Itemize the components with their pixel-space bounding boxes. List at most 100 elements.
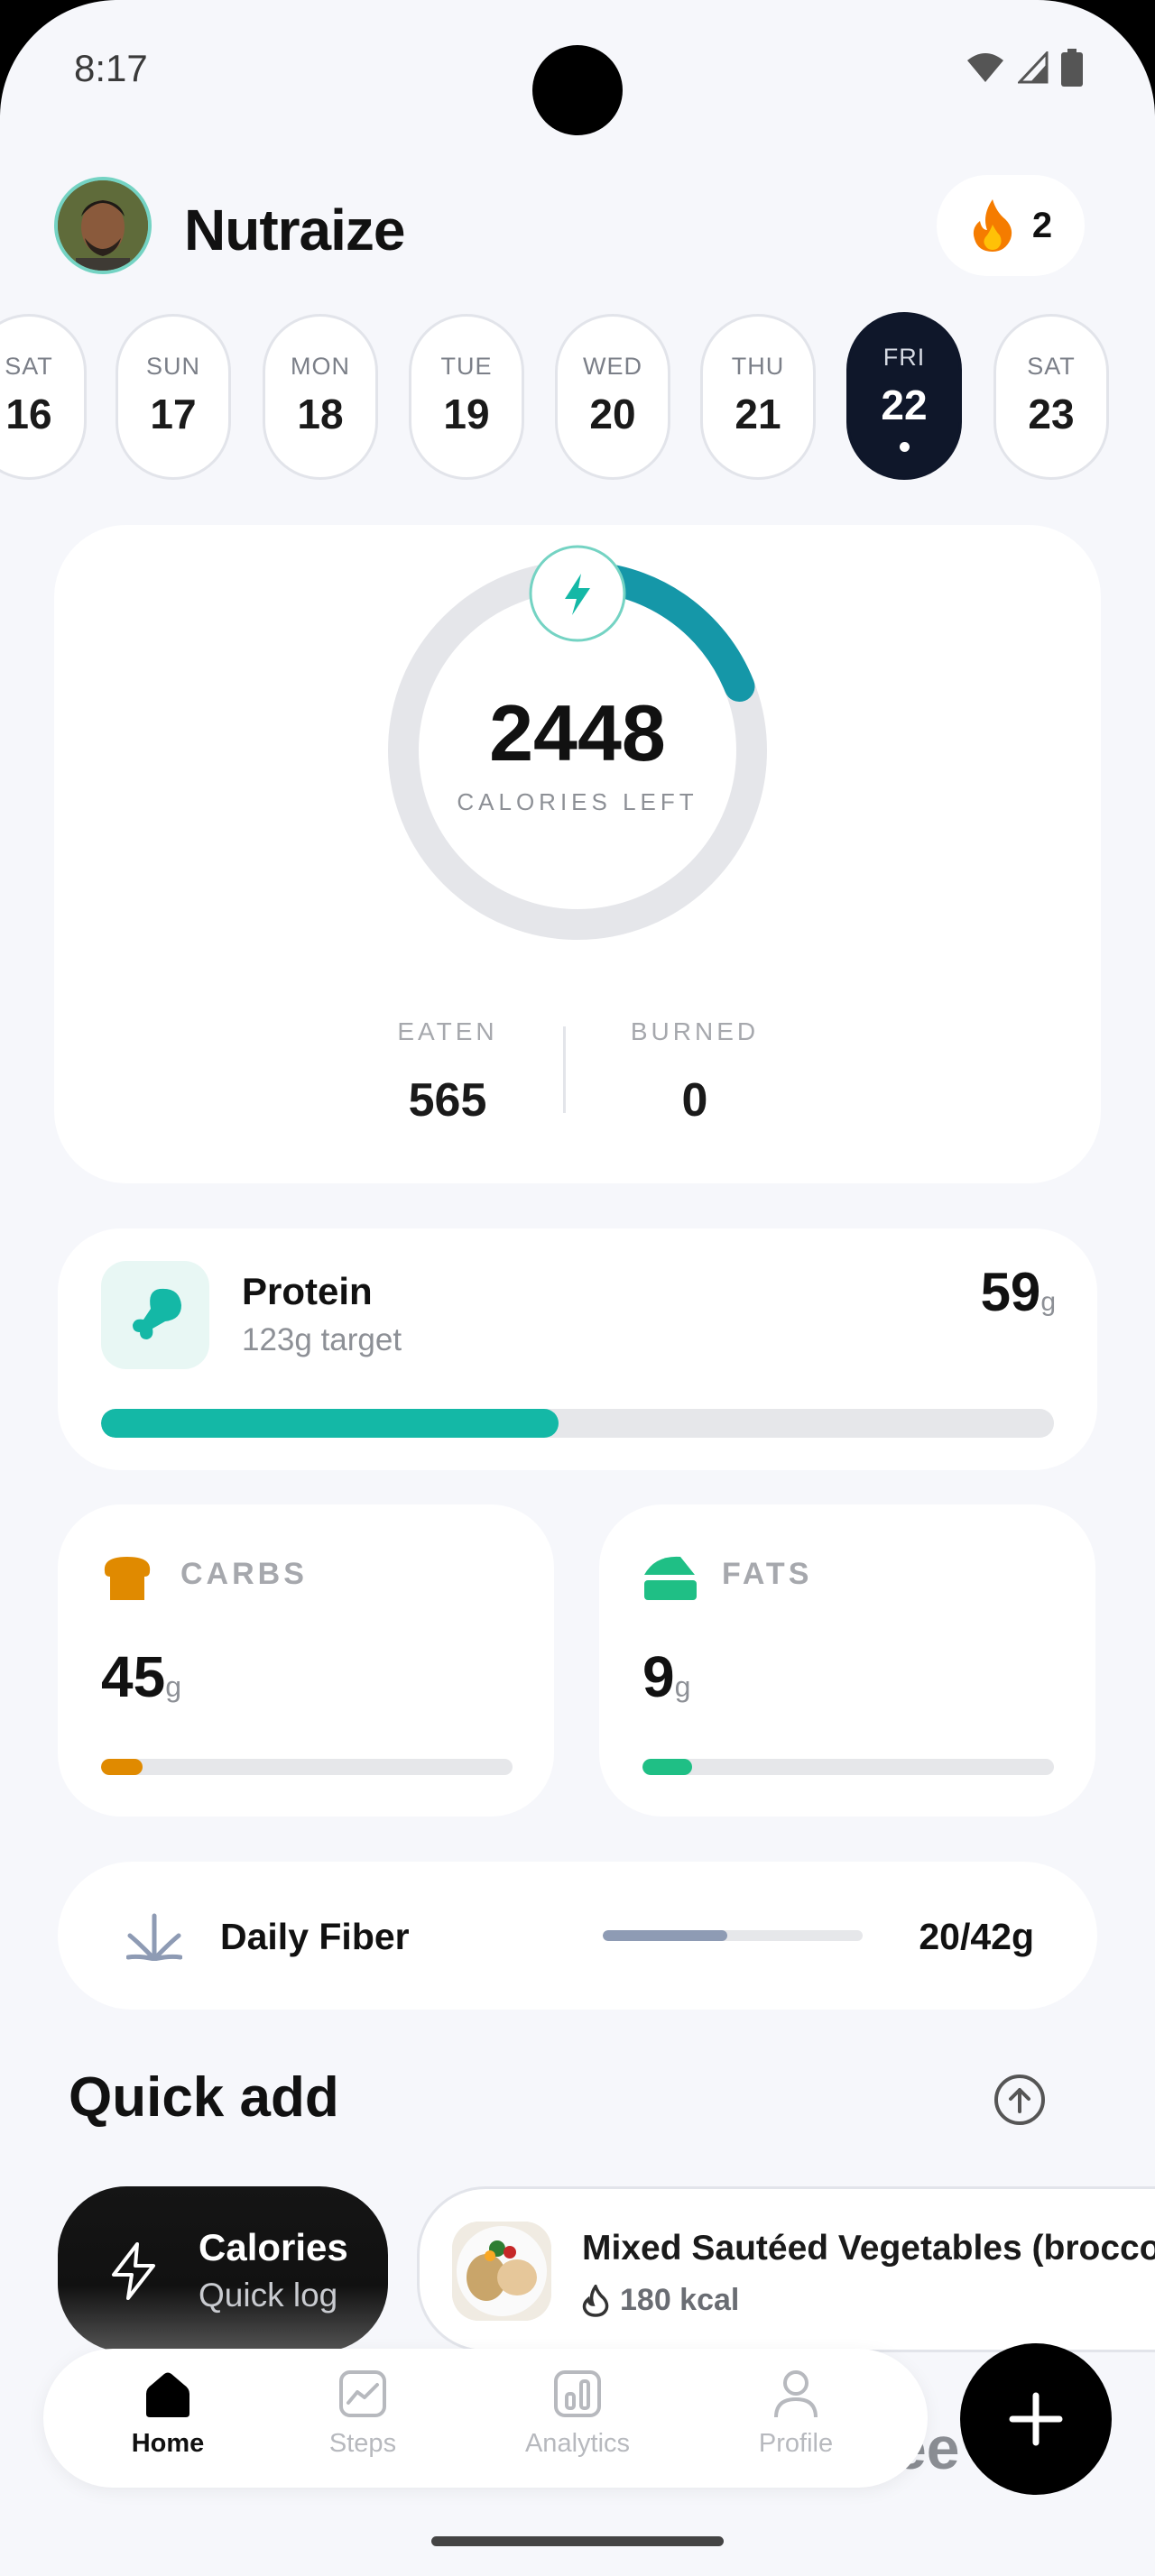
quick-add-food-item[interactable]: Mixed Sautéed Vegetables (broccoli 180 k… [417, 2186, 1155, 2352]
burned-value: 0 [681, 1074, 708, 1127]
eaten-stat: EATEN 565 [357, 1017, 538, 1127]
day-item[interactable]: SAT 23 [993, 314, 1109, 480]
protein-value: 59g [981, 1261, 1056, 1323]
carbs-number: 45 [101, 1644, 166, 1709]
camera-cutout [532, 45, 623, 135]
arrow-up-icon [1009, 2088, 1030, 2113]
day-name: WED [583, 353, 642, 380]
nav-label-home: Home [131, 2429, 205, 2458]
calorie-summary-card[interactable]: 2448 CALORIES LEFT EATEN 565 BURNED 0 [54, 525, 1101, 1183]
fats-number: 9 [642, 1644, 675, 1709]
day-name: FRI [882, 344, 926, 371]
protein-target: 123g target [242, 1322, 402, 1357]
app-screen: 8:17 Nutraize 2 SAT 16 SUN 17 MON 18 TUE… [0, 0, 1155, 2576]
day-number: 17 [150, 391, 197, 437]
protein-progress-bar [101, 1409, 1054, 1438]
fats-unit: g [674, 1670, 691, 1703]
day-number: 19 [443, 391, 490, 437]
day-name: MON [291, 353, 350, 380]
day-number: 22 [881, 382, 928, 428]
carbs-card[interactable]: CARBS 45g [58, 1504, 554, 1817]
nav-item-steps[interactable]: Steps [282, 2369, 444, 2459]
day-number: 23 [1028, 391, 1075, 437]
flame-outline-icon [582, 2285, 609, 2317]
steps-icon [339, 2370, 386, 2417]
day-number: 21 [735, 391, 781, 437]
food-kcal: 180 kcal [620, 2283, 740, 2317]
carbs-progress-bar [101, 1759, 513, 1775]
selected-day-dot [899, 442, 910, 452]
protein-unit: g [1040, 1287, 1056, 1317]
day-name: THU [731, 353, 785, 380]
nav-label-steps: Steps [328, 2429, 397, 2458]
fats-progress-bar [642, 1759, 1054, 1775]
protein-number: 59 [980, 1262, 1041, 1322]
avatar[interactable] [54, 177, 152, 274]
day-item[interactable]: TUE 19 [409, 314, 524, 480]
protein-title: Protein [242, 1270, 373, 1312]
streak-count: 2 [1031, 205, 1053, 245]
day-number: 18 [297, 391, 344, 437]
calories-left-value: 2448 [489, 688, 666, 777]
day-item[interactable]: SUN 17 [116, 314, 231, 480]
food-name: Mixed Sautéed Vegetables (broccoli [582, 2229, 1155, 2268]
fats-label: FATS [722, 1557, 813, 1591]
streak-badge[interactable]: 2 [937, 175, 1085, 276]
lightning-outline-icon [112, 2242, 155, 2300]
nav-item-analytics[interactable]: Analytics [496, 2369, 659, 2459]
fiber-label: Daily Fiber [220, 1916, 410, 1957]
home-indicator[interactable] [431, 2536, 724, 2546]
protein-icon-box [101, 1261, 209, 1369]
carbs-label: CARBS [180, 1557, 308, 1591]
burned-label: BURNED [630, 1017, 760, 1045]
app-title: Nutraize [184, 198, 405, 262]
home-icon [146, 2372, 189, 2417]
status-time: 8:17 [74, 47, 148, 89]
quick-add-title: Quick add [69, 2066, 339, 2129]
day-name: TUE [440, 353, 493, 380]
protein-progress-fill [101, 1409, 559, 1438]
analytics-icon [554, 2370, 601, 2417]
fats-progress-fill [642, 1759, 692, 1775]
carbs-value: 45g [101, 1643, 181, 1710]
fire-icon [973, 199, 1012, 252]
day-name: SAT [5, 353, 53, 380]
fiber-progress-fill [603, 1930, 728, 1941]
drumstick-icon [133, 1288, 181, 1339]
add-button[interactable] [960, 2343, 1112, 2495]
calories-left-label: CALORIES LEFT [457, 788, 698, 815]
quick-log-title: Calories [199, 2226, 348, 2268]
carbs-unit: g [165, 1670, 181, 1703]
stat-divider [563, 1026, 566, 1113]
avocado-icon [644, 1556, 697, 1600]
day-number: 20 [589, 391, 636, 437]
nav-item-profile[interactable]: Profile [715, 2369, 877, 2459]
quick-log-subtitle: Quick log [199, 2277, 338, 2314]
fiber-progress-bar [603, 1930, 863, 1941]
status-icons [966, 49, 1083, 87]
nav-label-analytics: Analytics [524, 2429, 631, 2458]
scroll-up-button[interactable] [994, 2075, 1045, 2125]
fats-card[interactable]: FATS 9g [599, 1504, 1095, 1817]
day-item[interactable]: WED 20 [555, 314, 670, 480]
day-item-selected[interactable]: FRI 22 [846, 312, 962, 480]
protein-card[interactable]: Protein 123g target 59g [58, 1228, 1097, 1470]
day-item[interactable]: MON 18 [263, 314, 378, 480]
wifi-icon [967, 53, 1003, 82]
signal-icon [1018, 51, 1049, 84]
fiber-card[interactable]: Daily Fiber 20/42g [58, 1862, 1097, 2010]
battery-icon [1061, 49, 1083, 87]
day-item[interactable]: SAT 16 [0, 314, 87, 480]
food-thumbnail [452, 2222, 551, 2321]
fiber-value: 20/42g [919, 1916, 1034, 1957]
carbs-progress-fill [101, 1759, 143, 1775]
nav-label-profile: Profile [758, 2429, 834, 2458]
eaten-label: EATEN [397, 1017, 498, 1045]
quick-log-calories-button[interactable]: Calories Quick log [58, 2186, 388, 2352]
plus-icon [1009, 2392, 1063, 2446]
profile-icon [774, 2370, 818, 2418]
day-item[interactable]: THU 21 [700, 314, 816, 480]
nav-item-home[interactable]: Home [87, 2369, 249, 2459]
day-name: SUN [145, 353, 200, 380]
wheat-icon [126, 1913, 182, 1961]
